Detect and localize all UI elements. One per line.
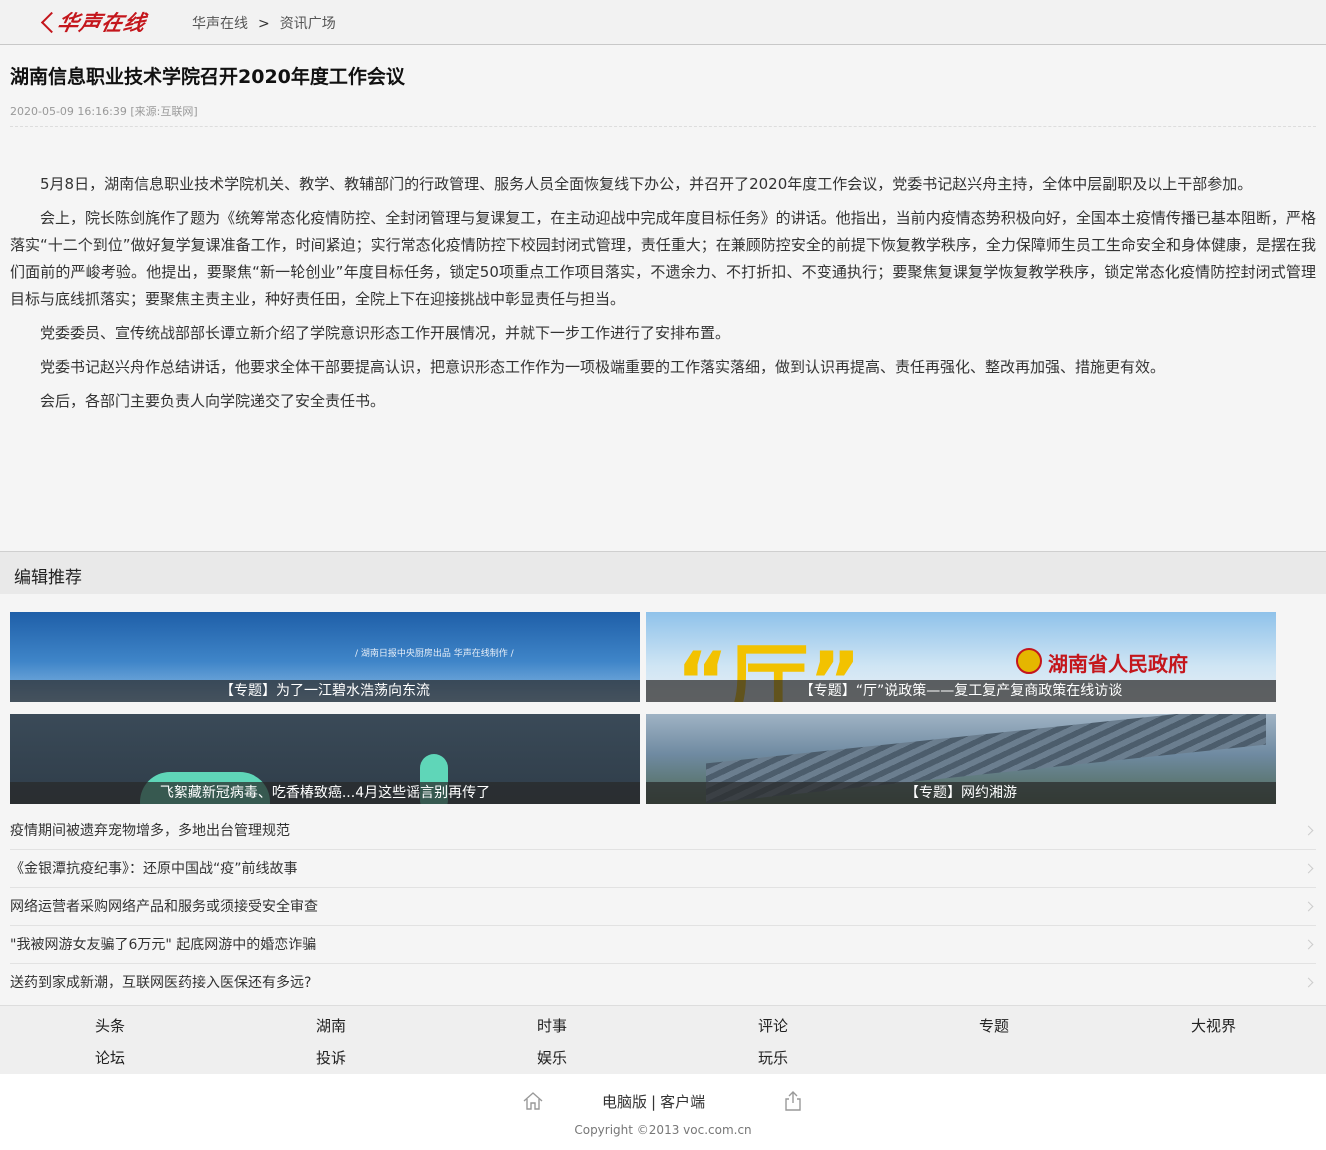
list-item[interactable]: "我被网游女友骗了6万元" 起底网游中的婚恋诈骗 <box>10 926 1316 964</box>
tile-caption: 【专题】网约湘游 <box>646 782 1276 804</box>
chevron-right-icon <box>1303 977 1314 988</box>
nav-item-topics[interactable]: 专题 <box>979 1015 1009 1036</box>
footer: 电脑版 | 客户端 Copyright ©2013 voc.com.cn <box>0 1074 1326 1150</box>
tile-banner-text: / 湖南日报中央厨房出品 华声在线制作 / <box>355 649 514 659</box>
site-logo[interactable]: 华声在线 <box>55 7 149 37</box>
recommend-tile[interactable]: 【专题】网约湘游 <box>646 714 1276 804</box>
tile-caption: 【专题】为了一江碧水浩荡向东流 <box>10 680 640 702</box>
list-item-title: 送药到家成新潮，互联网医药接入医保还有多远? <box>10 975 312 991</box>
list-item[interactable]: 网络运营者采购网络产品和服务或须接受安全审查 <box>10 888 1316 926</box>
nav-item-entertainment[interactable]: 娱乐 <box>537 1047 567 1068</box>
footer-links: 电脑版 | 客户端 <box>602 1091 705 1112</box>
home-icon[interactable] <box>522 1090 544 1112</box>
nav-item-leisure[interactable]: 玩乐 <box>758 1047 788 1068</box>
list-item[interactable]: 疫情期间被遗弃宠物增多，多地出台管理规范 <box>10 812 1316 850</box>
breadcrumb-channel[interactable]: 资讯广场 <box>280 16 336 32</box>
article-paragraph: 党委书记赵兴舟作总结讲话，他要求全体干部要提高认识，把意识形态工作作为一项极端重… <box>40 358 1166 376</box>
article-title: 湖南信息职业技术学院召开2020年度工作会议 <box>10 66 405 88</box>
nav-item-big-view[interactable]: 大视界 <box>1191 1015 1236 1036</box>
list-item-title: 《金银潭抗疫纪事》：还原中国战“疫”前线故事 <box>10 861 298 877</box>
nav-item-headlines[interactable]: 头条 <box>95 1015 125 1036</box>
list-item[interactable]: 送药到家成新潮，互联网医药接入医保还有多远? <box>10 964 1316 1002</box>
recommend-tile[interactable]: / 湖南日报中央厨房出品 华声在线制作 / 【专题】为了一江碧水浩荡向东流 <box>10 612 640 702</box>
top-bar: 华声在线 华声在线 > 资讯广场 <box>0 0 1326 45</box>
client-app-link[interactable]: 客户端 <box>660 1093 705 1111</box>
nav-item-hunan[interactable]: 湖南 <box>316 1015 346 1036</box>
list-item[interactable]: 《金银潭抗疫纪事》：还原中国战“疫”前线故事 <box>10 850 1316 888</box>
emblem-icon <box>1016 648 1042 674</box>
article-body: 5月8日，湖南信息职业技术学院机关、教学、教辅部门的行政管理、服务人员全面恢复线… <box>10 171 1316 415</box>
nav-item-complaints[interactable]: 投诉 <box>316 1047 346 1068</box>
list-item-title: 疫情期间被遗弃宠物增多，多地出台管理规范 <box>10 823 290 839</box>
copyright: Copyright ©2013 voc.com.cn <box>574 1123 752 1137</box>
news-list: 疫情期间被遗弃宠物增多，多地出台管理规范 《金银潭抗疫纪事》：还原中国战“疫”前… <box>10 812 1316 1002</box>
chevron-right-icon <box>1303 863 1314 874</box>
list-item-title: "我被网游女友骗了6万元" 起底网游中的婚恋诈骗 <box>10 937 317 953</box>
list-item-title: 网络运营者采购网络产品和服务或须接受安全审查 <box>10 899 318 915</box>
article-paragraph: 会上，院长陈剑旄作了题为《统筹常态化疫情防控、全封闭管理与复课复工，在主动迎战中… <box>10 209 1316 308</box>
article-paragraph: 党委委员、宣传统战部部长谭立新介绍了学院意识形态工作开展情况，并就下一步工作进行… <box>40 324 731 342</box>
article-paragraph: 会后，各部门主要负责人向学院递交了安全责任书。 <box>40 392 386 410</box>
nav-item-comment[interactable]: 评论 <box>758 1015 788 1036</box>
article: 湖南信息职业技术学院召开2020年度工作会议 2020-05-09 16:16:… <box>0 64 1326 415</box>
breadcrumb-home[interactable]: 华声在线 <box>192 16 248 32</box>
chevron-right-icon <box>1303 825 1314 836</box>
chevron-right-icon <box>1303 939 1314 950</box>
recommend-tile[interactable]: 飞絮藏新冠病毒、吃香椿致癌...4月这些谣言别再传了 <box>10 714 640 804</box>
article-paragraph: 5月8日，湖南信息职业技术学院机关、教学、教辅部门的行政管理、服务人员全面恢复线… <box>40 175 1253 193</box>
page: 华声在线 华声在线 > 资讯广场 湖南信息职业技术学院召开2020年度工作会议 20… <box>0 0 1326 1150</box>
desktop-version-link[interactable]: 电脑版 <box>602 1093 647 1111</box>
tile-banner-text: 湖南省人民政府 <box>1048 652 1188 676</box>
nav-item-current-affairs[interactable]: 时事 <box>537 1015 567 1036</box>
tile-caption: 【专题】“厅”说政策——复工复产复商政策在线访谈 <box>646 680 1276 702</box>
recommend-heading: 编辑推荐 <box>0 551 1326 594</box>
breadcrumb: 华声在线 > 资讯广场 <box>192 13 336 33</box>
chevron-right-icon <box>1303 901 1314 912</box>
nav-item-forum[interactable]: 论坛 <box>95 1047 125 1068</box>
share-icon[interactable] <box>782 1090 804 1112</box>
breadcrumb-separator: > <box>258 16 270 32</box>
channel-nav: 头条 湖南 时事 评论 专题 大视界 论坛 投诉 娱乐 玩乐 <box>0 1005 1326 1074</box>
recommend-tile[interactable]: “厅” 湖南省人民政府 【专题】“厅”说政策——复工复产复商政策在线访谈 <box>646 612 1276 702</box>
tile-caption: 飞絮藏新冠病毒、吃香椿致癌...4月这些谣言别再传了 <box>10 782 640 804</box>
article-meta: 2020-05-09 16:16:39 [来源:互联网] <box>10 104 1316 127</box>
footer-divider: | <box>651 1093 657 1111</box>
